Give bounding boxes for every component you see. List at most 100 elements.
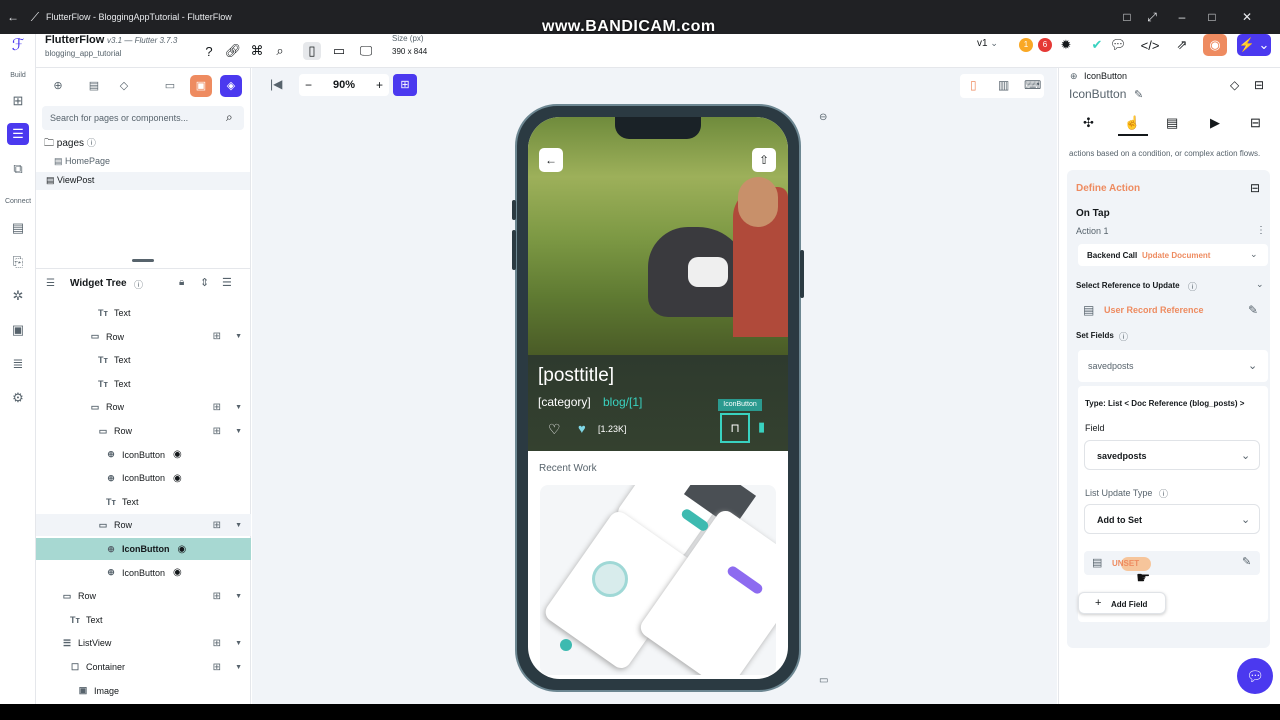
preview-icon[interactable]: ◉	[1203, 34, 1227, 56]
comment-icon[interactable]: 💬︎	[1109, 36, 1127, 54]
open-external-icon[interactable]: ⇗	[1173, 36, 1191, 54]
visibility-icon[interactable]: ◉	[173, 567, 182, 578]
field-dropdown[interactable]: savedposts ⌄	[1084, 440, 1260, 470]
action1-label[interactable]: Action 1	[1076, 226, 1109, 236]
search-icon[interactable]: ⌕	[226, 110, 233, 125]
search-icon[interactable]: ⌕	[271, 42, 289, 60]
wrap-widget-icon[interactable]: ⊞	[213, 331, 221, 342]
zoom-in-button[interactable]: +	[376, 78, 383, 92]
close-icon[interactable]: ✕	[1240, 10, 1254, 24]
field-collapse-select[interactable]: savedposts ⌄	[1078, 350, 1268, 382]
desktop-device-icon[interactable]: 🖵︎	[357, 42, 375, 60]
portrait-icon[interactable]: ▯	[970, 78, 977, 92]
lock-icon[interactable]: 🔒︎	[179, 277, 184, 288]
gem-icon[interactable]: ◇	[1230, 78, 1239, 92]
widget-name[interactable]: IconButton	[1069, 87, 1126, 101]
expand-icon[interactable]: ⤢	[1145, 10, 1159, 24]
storyboard-icon[interactable]: ⧉	[7, 158, 29, 180]
device-frame-icon[interactable]: ▥	[998, 78, 1009, 92]
tree-item-image[interactable]: ▣ Image	[36, 680, 251, 702]
animations-tab-icon[interactable]: ▶	[1210, 115, 1220, 131]
run-icon[interactable]: ⚡ ⌄	[1237, 34, 1271, 56]
add-field-button[interactable]: + Add Field	[1078, 592, 1166, 614]
action-type-select[interactable]: Backend Call Update Document ⌄	[1078, 244, 1268, 266]
heart-outline-icon[interactable]: ♡	[548, 421, 561, 438]
chevron-down-icon[interactable]: ▼	[235, 664, 242, 671]
restore-icon[interactable]: □	[1120, 10, 1134, 24]
back-button[interactable]: ←	[539, 148, 563, 172]
tree-item-text[interactable]: Tт Text	[36, 302, 251, 324]
recent-work-image[interactable]	[540, 485, 776, 675]
wrap-widget-icon[interactable]: ⊞	[213, 520, 221, 531]
page-search[interactable]: Search for pages or components... ⌕	[42, 106, 244, 130]
tree-item-row[interactable]: ▭ Row ⊞ ▼	[36, 396, 251, 418]
bookmark-filled-icon[interactable]: ▮	[758, 419, 765, 435]
maximize-icon[interactable]: □	[1205, 10, 1219, 24]
widget-tree-icon[interactable]: ☰	[7, 123, 29, 145]
tree-item-text[interactable]: Tт Text	[36, 609, 251, 631]
tree-item-text[interactable]: Tт Text	[36, 373, 251, 395]
wrap-widget-icon[interactable]: ⊞	[213, 426, 221, 437]
actions-tab-icon[interactable]: ☝	[1124, 115, 1140, 131]
flutterflow-logo-icon[interactable]: ℱ	[7, 34, 29, 56]
tree-item-iconbutton[interactable]: ⊕ IconButton ◉	[36, 562, 251, 584]
link-icon[interactable]: 🔗︎	[224, 42, 242, 60]
tree-item-container[interactable]: ☐ Container ⊞ ▼	[36, 656, 251, 678]
more-options-icon[interactable]: ⊟	[1254, 78, 1264, 92]
wrap-widget-icon[interactable]: ⊞	[213, 402, 221, 413]
visibility-icon[interactable]: ◉	[178, 544, 187, 555]
list-update-type-dropdown[interactable]: Add to Set ⌄	[1084, 504, 1260, 534]
size-value[interactable]: 390 x 844	[392, 47, 427, 56]
back-icon[interactable]: ←	[6, 10, 20, 24]
tree-item-row[interactable]: ▭ Row ⊞ ▼	[36, 514, 251, 537]
tablet-device-icon[interactable]: ▭	[330, 42, 348, 60]
code-icon[interactable]: </>	[1141, 36, 1160, 54]
link-icon[interactable]: ⊖	[819, 112, 827, 123]
wrap-widget-icon[interactable]: ⊞	[213, 638, 221, 649]
info-icon[interactable]: ⓘ	[134, 278, 143, 291]
chevron-down-icon[interactable]: ▼	[235, 640, 242, 647]
edit-icon[interactable]: ✎	[1242, 555, 1251, 568]
value-source-field[interactable]: ▤ UNSET ✎	[1084, 551, 1260, 575]
heart-filled-icon[interactable]: ♥	[578, 421, 586, 436]
bookmark-outline-icon[interactable]: ⊓	[720, 413, 750, 443]
edit-icon[interactable]: ✎	[1134, 88, 1143, 101]
gem-icon[interactable]: ◇	[114, 76, 134, 96]
unset-value[interactable]: UNSET	[1112, 559, 1139, 568]
more-vert-icon[interactable]: ⋮	[1256, 225, 1266, 236]
custom-code-icon[interactable]: ≣	[7, 353, 29, 375]
database-icon[interactable]: ▤	[7, 217, 29, 239]
backend-query-tab-icon[interactable]: ▤	[1166, 115, 1178, 131]
tree-item-iconbutton[interactable]: ⊕ IconButton ◉	[36, 444, 251, 466]
minimize-icon[interactable]: –	[1175, 10, 1189, 24]
warning-badge[interactable]: 1	[1019, 38, 1033, 52]
keyboard-icon[interactable]: ⌨	[1024, 78, 1041, 92]
chevron-down-icon[interactable]: ▼	[235, 428, 242, 435]
tree-item-iconbutton[interactable]: ⊕ IconButton ◉	[36, 538, 251, 560]
filter-icon[interactable]: ☰	[222, 276, 232, 289]
add-page-icon[interactable]: ⊕	[48, 76, 68, 96]
share-button[interactable]: ⇧	[752, 148, 776, 172]
tree-item-row[interactable]: ▭ Row ⊞ ▼	[36, 420, 251, 442]
phone-device-icon[interactable]: ▯	[303, 42, 321, 60]
integrations-icon[interactable]: ✲	[7, 285, 29, 307]
info-icon[interactable]: ⓘ	[1119, 330, 1128, 343]
wrap-widget-icon[interactable]: ⊞	[213, 662, 221, 673]
user-record-reference[interactable]: User Record Reference	[1104, 305, 1204, 315]
folder-icon[interactable]: ▭	[160, 76, 180, 96]
chevron-down-icon[interactable]: ⌄	[1256, 279, 1264, 290]
visibility-icon[interactable]: ◉	[173, 473, 182, 484]
keyboard-icon[interactable]: ▭	[819, 675, 828, 686]
visibility-icon[interactable]: ◉	[173, 449, 182, 460]
info-icon[interactable]: ⓘ	[1159, 487, 1168, 500]
tree-item-text[interactable]: Tт Text	[36, 349, 251, 371]
command-icon[interactable]: ⌘	[248, 42, 266, 60]
documentation-tab-icon[interactable]: ⊟	[1250, 115, 1261, 131]
component-icon[interactable]: ▤	[84, 76, 104, 96]
help-icon[interactable]: ?	[200, 42, 218, 60]
chevron-down-icon[interactable]: ▼	[235, 333, 242, 340]
tree-item-iconbutton[interactable]: ⊕ IconButton ◉	[36, 467, 251, 489]
action-flow-icon[interactable]: ⊟	[1250, 181, 1260, 195]
component-library-icon[interactable]: ◈	[220, 75, 242, 97]
tree-item-row[interactable]: ▭ Row ⊞ ▼	[36, 585, 251, 607]
